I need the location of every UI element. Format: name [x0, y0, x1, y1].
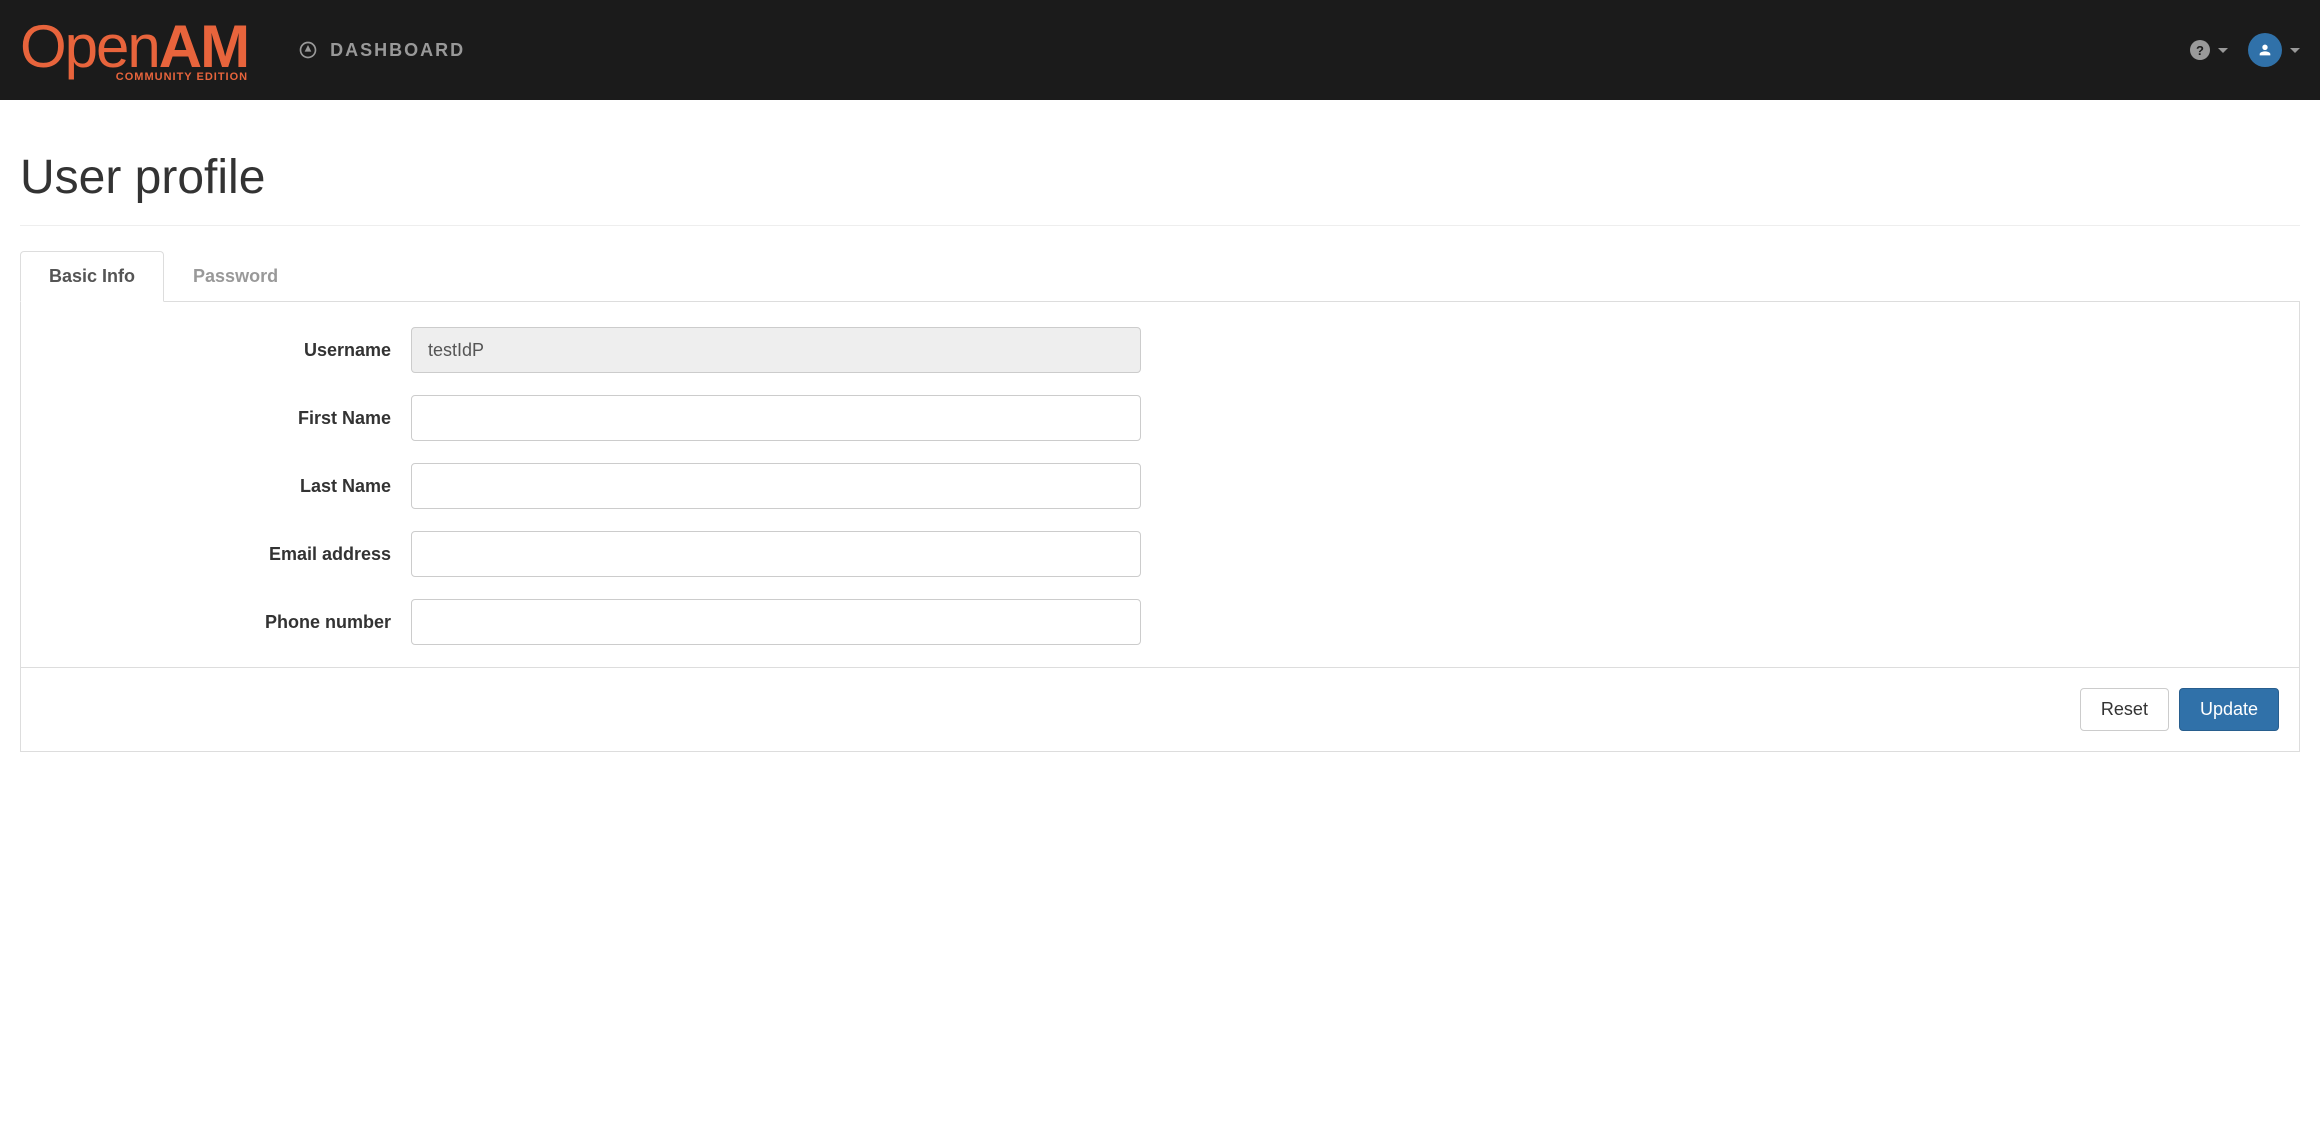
- chevron-down-icon: [2290, 48, 2300, 53]
- help-dropdown[interactable]: ?: [2190, 40, 2228, 60]
- label-last-name: Last Name: [41, 476, 411, 497]
- update-button[interactable]: Update: [2179, 688, 2279, 731]
- nav-dashboard[interactable]: DASHBOARD: [298, 40, 465, 61]
- input-last-name[interactable]: [411, 463, 1141, 509]
- navbar: OpenAM COMMUNITY EDITION DASHBOARD ?: [0, 0, 2320, 100]
- input-email[interactable]: [411, 531, 1141, 577]
- reset-button[interactable]: Reset: [2080, 688, 2169, 731]
- form-group-username: Username: [41, 327, 2279, 373]
- chevron-down-icon: [2218, 48, 2228, 53]
- form-group-last-name: Last Name: [41, 463, 2279, 509]
- input-phone[interactable]: [411, 599, 1141, 645]
- label-first-name: First Name: [41, 408, 411, 429]
- tab-basic-info[interactable]: Basic Info: [20, 251, 164, 302]
- label-phone: Phone number: [41, 612, 411, 633]
- nav-right: ?: [2190, 33, 2300, 67]
- logo-text: OpenAM: [20, 17, 248, 77]
- form-footer: Reset Update: [21, 667, 2299, 751]
- form-group-email: Email address: [41, 531, 2279, 577]
- tab-password[interactable]: Password: [164, 251, 307, 302]
- form-group-first-name: First Name: [41, 395, 2279, 441]
- tab-content: Username First Name Last Name Email addr…: [20, 302, 2300, 752]
- label-email: Email address: [41, 544, 411, 565]
- nav-dashboard-label: DASHBOARD: [330, 40, 465, 61]
- page-title: User profile: [20, 120, 2300, 226]
- dashboard-icon: [298, 40, 318, 60]
- input-first-name[interactable]: [411, 395, 1141, 441]
- label-username: Username: [41, 340, 411, 361]
- user-avatar: [2248, 33, 2282, 67]
- logo[interactable]: OpenAM COMMUNITY EDITION: [20, 17, 248, 83]
- help-icon: ?: [2190, 40, 2210, 60]
- input-username: [411, 327, 1141, 373]
- main-container: User profile Basic Info Password Usernam…: [0, 100, 2320, 772]
- logo-tagline: COMMUNITY EDITION: [116, 71, 248, 83]
- tabs: Basic Info Password: [20, 251, 2300, 302]
- user-icon: [2257, 42, 2273, 58]
- form-group-phone: Phone number: [41, 599, 2279, 645]
- user-dropdown[interactable]: [2248, 33, 2300, 67]
